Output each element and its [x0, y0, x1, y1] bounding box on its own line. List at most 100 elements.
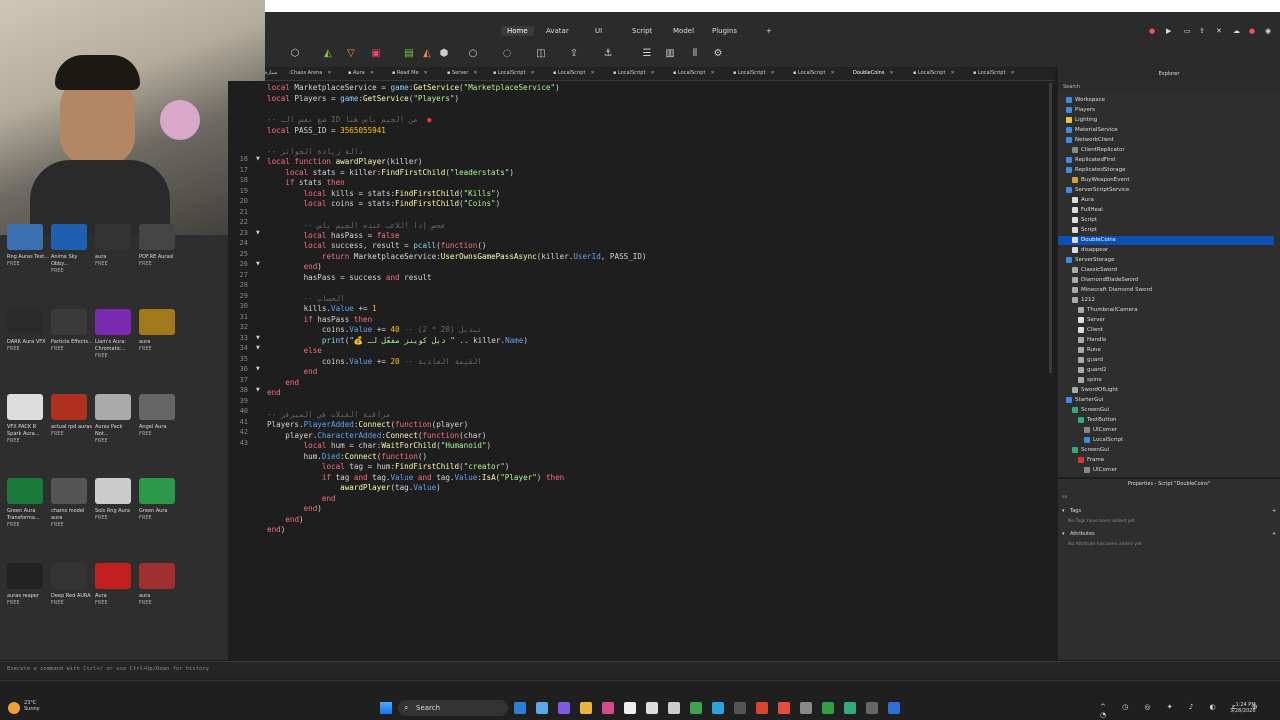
terrain-icon[interactable]: ◭: [322, 48, 334, 60]
layout-icon[interactable]: ☰: [641, 48, 653, 60]
app-icon[interactable]: [536, 702, 548, 714]
doc-tab[interactable]: ▪ LocalScript ✕: [553, 70, 595, 76]
explorer-search-input[interactable]: Search: [1058, 82, 1280, 92]
explorer-item[interactable]: DoubleCoins: [1072, 235, 1116, 245]
app-icon[interactable]: [558, 702, 570, 714]
explorer-item[interactable]: Client: [1078, 325, 1103, 335]
doc-tab[interactable]: سيارة: [265, 70, 277, 76]
explorer-item[interactable]: Rune: [1078, 345, 1101, 355]
toolbox-item[interactable]: aura FREE: [139, 563, 181, 607]
windows-start-icon[interactable]: [380, 702, 392, 714]
explorer-item[interactable]: Players: [1066, 105, 1095, 115]
explorer-item[interactable]: StarterGui: [1066, 395, 1103, 405]
explorer-item[interactable]: Handle: [1078, 335, 1106, 345]
explorer-item[interactable]: NetworkClient: [1066, 135, 1114, 145]
doc-tab[interactable]: ▪ LocalScript ✕: [673, 70, 715, 76]
toolbox-item[interactable]: auras reaper FREE: [7, 563, 49, 607]
close-icon[interactable]: ✕: [950, 70, 954, 76]
doc-tab[interactable]: ▪ LocalScript ✕: [973, 70, 1015, 76]
editor-scrollbar[interactable]: [1046, 81, 1055, 661]
doc-tab[interactable]: ▪ Aura ✕: [348, 70, 374, 76]
image-icon[interactable]: ▣: [370, 48, 382, 60]
settings-icon[interactable]: ✕: [1210, 26, 1228, 36]
explorer-item[interactable]: Workspace: [1066, 95, 1105, 105]
explorer-item[interactable]: Minecraft Diamond Sword: [1072, 285, 1152, 295]
toolbox-item[interactable]: aura FREE: [139, 309, 181, 353]
record-icon[interactable]: ●: [1143, 26, 1161, 36]
close-icon[interactable]: ✕: [473, 70, 477, 76]
explorer-item[interactable]: ClientReplicator: [1072, 145, 1125, 155]
app-icon[interactable]: [668, 702, 680, 714]
fold-chevron-icon[interactable]: ▼: [256, 335, 260, 341]
tab-home[interactable]: Home: [501, 26, 534, 36]
explorer-item[interactable]: Frame: [1078, 455, 1104, 465]
chevron-down-icon[interactable]: ▾: [1062, 508, 1065, 514]
edge-icon[interactable]: [514, 702, 526, 714]
tab-script[interactable]: Script: [626, 26, 658, 36]
fold-chevron-icon[interactable]: ▼: [256, 261, 260, 267]
roblox-icon[interactable]: [866, 702, 878, 714]
close-icon[interactable]: ✕: [710, 70, 714, 76]
toolbox-item[interactable]: aura FREE: [95, 224, 137, 268]
close-icon[interactable]: ✕: [650, 70, 654, 76]
toolbox-item[interactable]: Aura FREE: [95, 563, 137, 607]
toolbox-item[interactable]: VFX PACK R Spark Aura... FREE: [7, 394, 49, 445]
close-icon[interactable]: ✕: [327, 70, 331, 76]
color-icon[interactable]: ◭: [421, 48, 433, 60]
add-tab-icon[interactable]: +: [760, 26, 778, 36]
explorer-item[interactable]: UICorner: [1084, 465, 1117, 475]
view-icon[interactable]: ▥: [664, 48, 676, 60]
close-icon[interactable]: ✕: [770, 70, 774, 76]
toolbox-item[interactable]: Deep Red AURA FREE: [51, 563, 93, 607]
doc-tab[interactable]: ▪ LocalScript ✕: [913, 70, 955, 76]
close-icon[interactable]: ✕: [830, 70, 834, 76]
explorer-item[interactable]: TextButton: [1078, 415, 1117, 425]
add-tag-icon[interactable]: +: [1272, 508, 1276, 514]
toolbox-item[interactable]: DARK Aura VFX FREE: [7, 309, 49, 353]
explorer-item[interactable]: Script: [1072, 225, 1097, 235]
tab-avatar[interactable]: Avatar: [540, 26, 575, 36]
explorer-item[interactable]: BuyWeaponEvent: [1072, 175, 1129, 185]
toolbox-item[interactable]: Green Aura Transforma... FREE: [7, 478, 49, 529]
explorer-item[interactable]: ServerStorage: [1066, 255, 1115, 265]
close-icon[interactable]: ✕: [889, 70, 893, 76]
properties-filter-input[interactable]: ss: [1062, 494, 1067, 500]
clock[interactable]: 1:24 PM 3/28/2026: [1230, 702, 1256, 714]
filter-icon[interactable]: ▽: [345, 48, 357, 60]
explorer-item[interactable]: ScreenGui: [1072, 445, 1109, 455]
explorer-item[interactable]: DiamondBladeSword: [1072, 275, 1138, 285]
attributes-header[interactable]: Attributes: [1070, 531, 1095, 537]
explorer-item[interactable]: ServerScriptService: [1066, 185, 1129, 195]
fold-chevron-icon[interactable]: ▼: [256, 156, 260, 162]
chrome-icon[interactable]: [756, 702, 768, 714]
chevron-down-icon[interactable]: ▾: [1062, 531, 1065, 537]
explorer-item[interactable]: ReplicatedStorage: [1066, 165, 1125, 175]
add-attribute-icon[interactable]: +: [1272, 531, 1276, 537]
align-icon[interactable]: ⫴: [689, 48, 701, 60]
explorer-item[interactable]: guard2: [1078, 365, 1107, 375]
command-bar-input[interactable]: Execute a command with Ctrl+/ or use Ctr…: [7, 666, 209, 672]
part-icon[interactable]: ▤: [403, 48, 415, 60]
fold-chevron-icon[interactable]: ▼: [256, 230, 260, 236]
toolbox-item[interactable]: Rng Auras Test... FREE: [7, 224, 49, 268]
explorer-item[interactable]: ClassicSword: [1072, 265, 1117, 275]
toolbox-item[interactable]: chains model aura FREE: [51, 478, 93, 529]
script-editor[interactable]: local MarketplaceService = game:GetServi…: [266, 81, 1046, 661]
app-icon[interactable]: [734, 702, 746, 714]
weather-icon[interactable]: [8, 702, 20, 714]
app-icon[interactable]: [602, 702, 614, 714]
fold-chevron-icon[interactable]: ▼: [256, 387, 260, 393]
fold-chevron-icon[interactable]: ▼: [256, 345, 260, 351]
explorer-item[interactable]: ScreenGui: [1072, 405, 1109, 415]
toolbox-item[interactable]: Particle Effects... FREE: [51, 309, 93, 353]
close-icon[interactable]: ✕: [1010, 70, 1014, 76]
doc-tab[interactable]: ▪ LocalScript ✕: [793, 70, 835, 76]
app-icon[interactable]: [646, 702, 658, 714]
explorer-item[interactable]: MaterialService: [1066, 125, 1118, 135]
file-explorer-icon[interactable]: [580, 702, 592, 714]
close-icon[interactable]: ✕: [370, 70, 374, 76]
toolbox-item[interactable]: Sols Rng Aura FREE: [95, 478, 137, 522]
share-icon[interactable]: ⇪: [1193, 26, 1211, 36]
tab-plugins[interactable]: Plugins: [706, 26, 743, 36]
explorer-item[interactable]: ReplicatedFirst: [1066, 155, 1116, 165]
